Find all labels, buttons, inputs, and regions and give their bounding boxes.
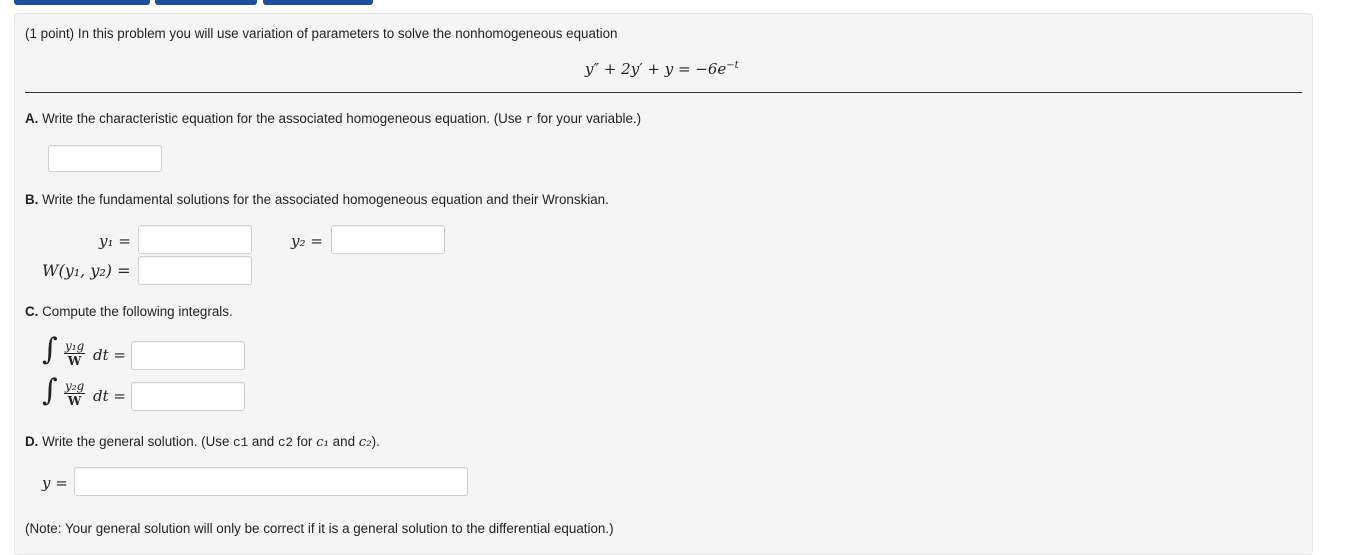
c2-math: c₂	[358, 435, 372, 450]
divider	[25, 92, 1302, 93]
c2-code: c2	[277, 436, 293, 450]
y1-input[interactable]	[138, 225, 252, 254]
integral-sign-2: ∫	[42, 373, 58, 408]
c1-code: c1	[233, 436, 249, 450]
part-d-prompt: D. Write the general solution. (Use c1 a…	[25, 434, 380, 450]
y2-input[interactable]	[331, 225, 445, 254]
part-c-prompt: C. Compute the following integrals.	[25, 304, 233, 319]
c1-math: c₁	[316, 435, 329, 450]
part-b-label: B.	[25, 192, 39, 207]
part-d-label: D.	[25, 434, 39, 449]
problem-panel: (1 point) In this problem you will use v…	[14, 13, 1313, 555]
characteristic-equation-input[interactable]	[48, 145, 162, 172]
part-c-label: C.	[25, 304, 39, 319]
tab-2[interactable]	[155, 0, 257, 5]
wronskian-label: W(y₁, y₂) =	[42, 261, 131, 280]
equation-exponent: −t	[726, 60, 739, 71]
problem-intro: (1 point) In this problem you will use v…	[25, 26, 618, 41]
y2-label: y₂ =	[291, 232, 323, 250]
y1-label: y₁ =	[99, 232, 131, 250]
part-b-prompt: B. Write the fundamental solutions for t…	[25, 192, 609, 207]
integral-2-denominator: W	[67, 394, 82, 408]
tab-1[interactable]	[14, 0, 150, 5]
part-a-prompt: A. Write the characteristic equation for…	[25, 111, 642, 127]
integral-2-input[interactable]	[131, 382, 245, 411]
problem-equation: y″ + 2y′ + y = −6e−t	[585, 60, 739, 78]
integral-sign-1: ∫	[42, 332, 58, 367]
note-text: (Note: Your general solution will only b…	[25, 521, 614, 536]
wronskian-input[interactable]	[138, 256, 252, 285]
general-solution-input[interactable]	[74, 467, 468, 496]
integral-1-numerator: y₁g	[64, 339, 86, 354]
integral-1-fraction: y₁g W	[64, 339, 86, 368]
integral-1-input[interactable]	[131, 341, 245, 370]
general-solution-label: y =	[42, 474, 68, 492]
integral-1-denominator: W	[67, 354, 82, 368]
integral-2-fraction: y₂g W	[64, 379, 86, 408]
integral-2-numerator: y₂g	[64, 379, 86, 394]
integral-2-dt: dt =	[93, 387, 126, 405]
integral-1-dt: dt =	[93, 346, 126, 364]
part-a-label: A.	[25, 111, 39, 126]
tab-3[interactable]	[263, 0, 373, 5]
